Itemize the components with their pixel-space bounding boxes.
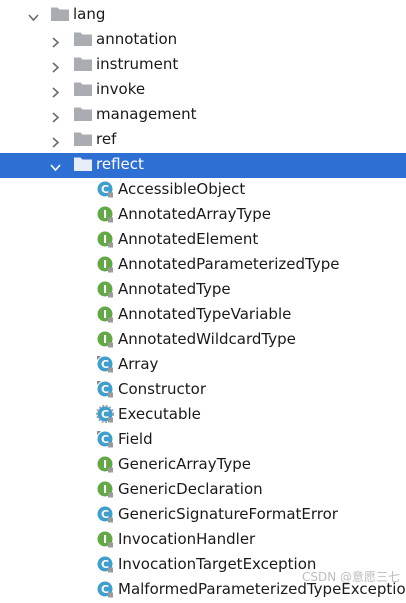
class-icon: C — [96, 180, 114, 198]
tree-node-class[interactable]: C AccessibleObject — [0, 178, 406, 203]
tree-node-label: AnnotatedArrayType — [118, 205, 272, 223]
folder-icon — [74, 81, 92, 96]
interface-icon: I — [96, 255, 114, 273]
chevron-right-icon[interactable] — [50, 84, 61, 98]
tree-node-class[interactable]: I AnnotatedWildcardType — [0, 328, 406, 353]
watermark: CSDN @意愿三七 — [301, 570, 400, 584]
svg-text:C: C — [101, 383, 109, 396]
svg-text:I: I — [103, 483, 107, 496]
svg-text:I: I — [103, 233, 107, 246]
interface-icon: I — [96, 280, 114, 298]
chevron-right-icon[interactable] — [50, 59, 61, 73]
interface-icon: I — [96, 230, 114, 248]
svg-text:I: I — [103, 308, 107, 321]
tree-node-class[interactable]: I AnnotatedArrayType — [0, 203, 406, 228]
class-icon: C — [96, 430, 114, 448]
tree-node-class[interactable]: C Field — [0, 428, 406, 453]
class-icon: C — [96, 380, 114, 398]
tree-node-label: reflect — [96, 155, 144, 173]
interface-icon: I — [96, 530, 114, 548]
tree-node-label: AnnotatedTypeVariable — [118, 305, 292, 323]
chevron-right-icon[interactable] — [50, 34, 61, 48]
svg-text:C: C — [101, 408, 109, 421]
interface-icon: I — [96, 205, 114, 223]
tree-node-label: InvocationHandler — [118, 530, 256, 548]
tree-node-label: AnnotatedWildcardType — [118, 330, 296, 348]
tree-node-label: GenericSignatureFormatError — [118, 505, 338, 523]
tree-node-label: AnnotatedElement — [118, 230, 259, 248]
folder-icon — [74, 56, 92, 71]
folder-icon — [74, 31, 92, 46]
class-icon: C — [96, 355, 114, 373]
tree-node-class[interactable]: I AnnotatedParameterizedType — [0, 253, 406, 278]
folder-icon — [51, 6, 69, 21]
tree-node-label: InvocationTargetException — [118, 555, 317, 573]
tree-node-invoke[interactable]: invoke — [0, 78, 406, 103]
class-icon: C — [96, 580, 114, 598]
folder-icon — [74, 131, 92, 146]
tree-node-label: annotation — [96, 30, 178, 48]
class-icon: C — [96, 555, 114, 573]
tree-node-label: ref — [96, 130, 117, 148]
tree-node-label: GenericArrayType — [118, 455, 252, 473]
tree-node-label: Constructor — [118, 380, 207, 398]
svg-text:I: I — [103, 533, 107, 546]
tree-node-lang[interactable]: lang — [0, 3, 406, 28]
tree-node-label: AnnotatedParameterizedType — [118, 255, 340, 273]
tree-node-class[interactable]: I AnnotatedTypeVariable — [0, 303, 406, 328]
tree-node-label: AccessibleObject — [118, 180, 246, 198]
tree-node-label: instrument — [96, 55, 179, 73]
tree-node-reflect[interactable]: reflect — [0, 153, 406, 178]
tree-node-label: Array — [118, 355, 159, 373]
svg-text:C: C — [101, 558, 109, 571]
svg-text:C: C — [101, 358, 109, 371]
tree-node-class[interactable]: I AnnotatedType — [0, 278, 406, 303]
svg-text:C: C — [101, 433, 109, 446]
folder-icon — [74, 106, 92, 121]
svg-text:I: I — [103, 458, 107, 471]
tree-node-ref[interactable]: ref — [0, 128, 406, 153]
chevron-down-icon[interactable] — [28, 9, 39, 22]
chevron-down-icon[interactable] — [50, 159, 61, 172]
tree-node-class[interactable]: I GenericArrayType — [0, 453, 406, 478]
tree-node-class[interactable]: C Constructor — [0, 378, 406, 403]
tree-node-class[interactable]: I AnnotatedElement — [0, 228, 406, 253]
tree-node-class[interactable]: C GenericSignatureFormatError — [0, 503, 406, 528]
tree-node-label: GenericDeclaration — [118, 480, 263, 498]
tree-node-class[interactable]: C Array — [0, 353, 406, 378]
tree-node-instrument[interactable]: instrument — [0, 53, 406, 78]
svg-text:I: I — [103, 258, 107, 271]
abstract-class-icon: C — [95, 404, 115, 424]
svg-text:C: C — [101, 183, 109, 196]
tree-node-label: AnnotatedType — [118, 280, 231, 298]
chevron-right-icon[interactable] — [50, 134, 61, 148]
tree-node-class[interactable]: C Executable — [0, 403, 406, 428]
tree-node-label: invoke — [96, 80, 146, 98]
svg-text:I: I — [103, 333, 107, 346]
interface-icon: I — [96, 455, 114, 473]
interface-icon: I — [96, 330, 114, 348]
project-tree: lang annotation instrument invoke management… — [0, 3, 406, 603]
folder-icon — [74, 156, 92, 171]
tree-node-label: lang — [73, 5, 106, 23]
tree-node-label: Executable — [118, 405, 201, 423]
interface-icon: I — [96, 480, 114, 498]
tree-node-label: management — [96, 105, 197, 123]
svg-text:C: C — [101, 583, 109, 596]
svg-text:I: I — [103, 208, 107, 221]
tree-node-annotation[interactable]: annotation — [0, 28, 406, 53]
chevron-right-icon[interactable] — [50, 109, 61, 123]
tree-node-label: Field — [118, 430, 153, 448]
interface-icon: I — [96, 305, 114, 323]
tree-node-management[interactable]: management — [0, 103, 406, 128]
class-icon: C — [96, 505, 114, 523]
svg-text:C: C — [101, 508, 109, 521]
tree-node-class[interactable]: I GenericDeclaration — [0, 478, 406, 503]
svg-text:I: I — [103, 283, 107, 296]
tree-node-class[interactable]: I InvocationHandler — [0, 528, 406, 553]
